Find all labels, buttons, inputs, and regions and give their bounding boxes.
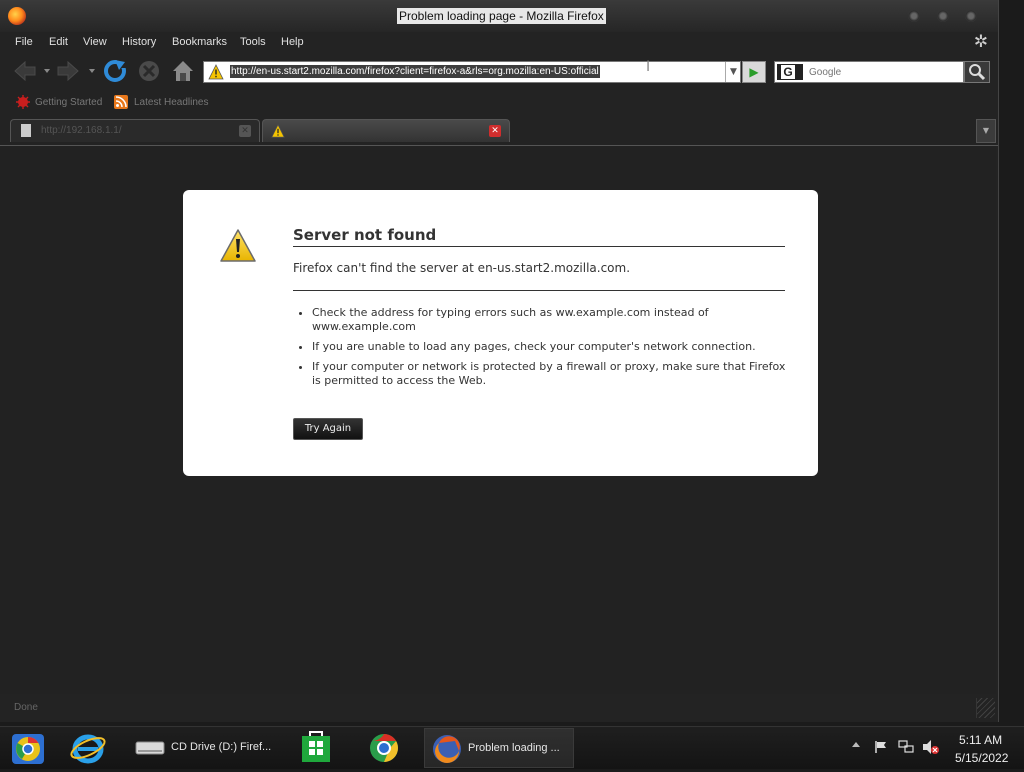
- reload-icon: [104, 59, 127, 82]
- reload-button[interactable]: [103, 59, 127, 83]
- taskbar-cd-drive-label: CD Drive (D:) Firef...: [171, 741, 272, 753]
- warning-icon: [220, 229, 256, 262]
- taskbar-firefox-label: Problem loading ...: [468, 742, 560, 754]
- warning-icon: [271, 124, 285, 138]
- flag-icon[interactable]: [874, 740, 888, 754]
- taskbar-cd-drive[interactable]: CD Drive (D:) Firef...: [128, 728, 276, 768]
- stop-icon: [139, 61, 159, 81]
- page-icon: [21, 124, 31, 137]
- magnifier-icon: [969, 64, 986, 81]
- tab-close-icon[interactable]: ✕: [489, 125, 501, 137]
- search-bar[interactable]: G: [774, 61, 964, 83]
- back-history-dropdown[interactable]: [44, 69, 50, 73]
- store-icon: [302, 731, 330, 762]
- warning-icon: [208, 64, 224, 80]
- resize-grip[interactable]: [976, 698, 995, 718]
- tab-list-button[interactable]: ▼: [976, 119, 996, 143]
- browser-window: Problem loading page - Mozilla Firefox F…: [0, 0, 999, 722]
- error-description: Firefox can't find the server at en-us.s…: [293, 261, 785, 291]
- menu-view[interactable]: View: [83, 34, 107, 50]
- tab-router[interactable]: http://192.168.1.1/ ✕: [10, 119, 260, 142]
- search-button[interactable]: [964, 61, 990, 83]
- clock-date[interactable]: 5/15/2022: [955, 751, 1008, 765]
- menu-file[interactable]: File: [15, 34, 33, 50]
- tab-label: http://192.168.1.1/: [41, 125, 122, 136]
- bookmark-getting-started[interactable]: Getting Started: [35, 96, 102, 110]
- status-text: Done: [14, 702, 38, 713]
- minimize-button[interactable]: [908, 10, 920, 22]
- search-input[interactable]: [809, 65, 959, 79]
- error-title: Server not found: [293, 226, 785, 247]
- taskbar-chrome-canary[interactable]: [8, 728, 48, 768]
- chrome-canary-icon: [12, 734, 44, 764]
- back-arrow-icon: [14, 60, 36, 82]
- clock-time[interactable]: 5:11 AM: [959, 733, 1002, 747]
- search-engine-google-icon[interactable]: G: [777, 64, 803, 80]
- status-bar: Done: [0, 698, 996, 720]
- list-item: If your computer or network is protected…: [312, 360, 792, 388]
- taskbar-store[interactable]: [296, 728, 336, 768]
- taskbar: CD Drive (D:) Firef... Problem loading .…: [0, 726, 1024, 769]
- menu-bookmarks[interactable]: Bookmarks: [172, 34, 227, 50]
- network-icon[interactable]: [898, 740, 914, 754]
- go-button[interactable]: ▶: [742, 61, 766, 83]
- firefox-icon: [433, 735, 461, 763]
- forward-arrow-icon: [57, 60, 79, 82]
- tab-close-icon[interactable]: ✕: [239, 125, 251, 137]
- text-cursor-icon: Ⅰ: [646, 59, 651, 75]
- menu-tools[interactable]: Tools: [240, 34, 266, 50]
- home-button[interactable]: [171, 59, 195, 83]
- taskbar-firefox[interactable]: Problem loading ...: [424, 728, 574, 768]
- show-hidden-icons-button[interactable]: [852, 742, 860, 747]
- back-button[interactable]: [13, 59, 37, 83]
- firefox-icon[interactable]: [8, 7, 26, 25]
- tab-problem-loading[interactable]: ✕: [262, 119, 510, 142]
- getting-started-icon: [16, 95, 30, 109]
- cd-drive-icon: [135, 741, 165, 755]
- chrome-icon: [370, 734, 398, 762]
- taskbar-chrome[interactable]: [364, 728, 404, 768]
- forward-button[interactable]: [56, 59, 80, 83]
- menu-edit[interactable]: Edit: [49, 34, 68, 50]
- address-bar[interactable]: http://en-us.start2.mozilla.com/firefox?…: [203, 61, 741, 83]
- title-bar[interactable]: Problem loading page - Mozilla Firefox: [0, 0, 998, 32]
- internet-explorer-icon: [70, 734, 106, 764]
- try-again-button[interactable]: Try Again: [293, 418, 363, 440]
- list-item: If you are unable to load any pages, che…: [312, 340, 792, 354]
- bookmark-latest-headlines[interactable]: Latest Headlines: [134, 96, 209, 110]
- list-item: Check the address for typing errors such…: [312, 306, 792, 334]
- speaker-muted-icon[interactable]: [922, 739, 940, 755]
- menu-bar: File Edit View History Bookmarks Tools H…: [0, 32, 998, 52]
- maximize-button[interactable]: [937, 10, 949, 22]
- url-history-dropdown[interactable]: ▼: [725, 62, 741, 82]
- url-text[interactable]: http://en-us.start2.mozilla.com/firefox?…: [230, 65, 600, 78]
- error-page: Server not found Firefox can't find the …: [183, 190, 818, 476]
- taskbar-internet-explorer[interactable]: [68, 728, 108, 768]
- menu-help[interactable]: Help: [281, 34, 304, 50]
- error-suggestions: Check the address for typing errors such…: [293, 306, 792, 394]
- forward-history-dropdown[interactable]: [89, 69, 95, 73]
- tab-bar: http://192.168.1.1/ ✕ ✕: [0, 117, 998, 146]
- stop-button[interactable]: [137, 59, 161, 83]
- menu-history[interactable]: History: [122, 34, 156, 50]
- window-title: Problem loading page - Mozilla Firefox: [397, 8, 606, 24]
- home-icon: [173, 61, 193, 81]
- rss-feed-icon: [114, 95, 128, 109]
- bookmarks-toolbar: Getting Started Latest Headlines: [0, 92, 998, 114]
- gear-icon[interactable]: ✲: [972, 33, 990, 51]
- close-button[interactable]: [965, 10, 977, 22]
